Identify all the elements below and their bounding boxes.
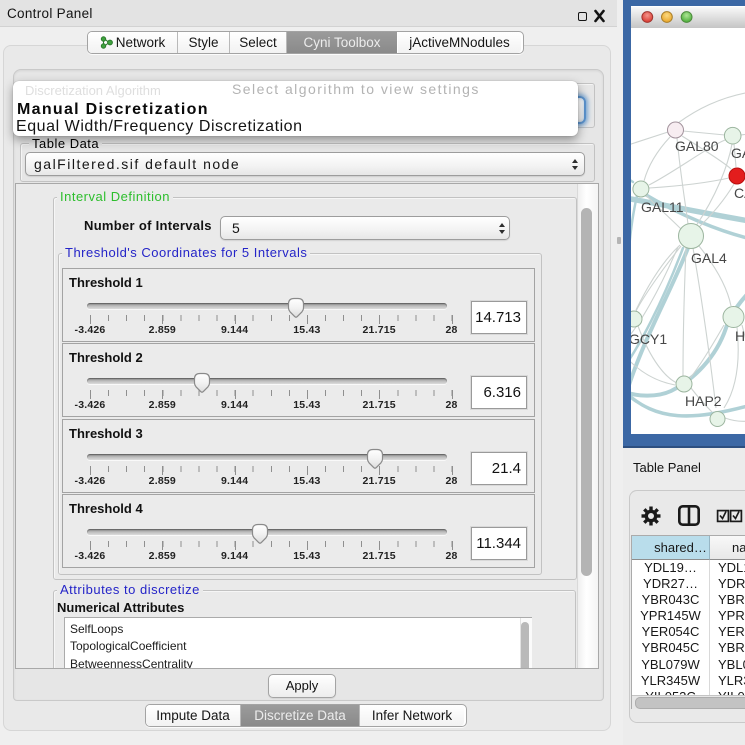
- svg-text:HAP2: HAP2: [685, 393, 722, 409]
- svg-text:CA: CA: [734, 185, 745, 201]
- svg-text:GCY1: GCY1: [631, 331, 667, 347]
- svg-text:GAL4: GAL4: [691, 250, 727, 266]
- svg-text:GA: GA: [731, 145, 745, 161]
- svg-text:GAL11: GAL11: [641, 199, 684, 215]
- svg-text:GAL80: GAL80: [675, 138, 719, 154]
- svg-text:H: H: [735, 328, 745, 344]
